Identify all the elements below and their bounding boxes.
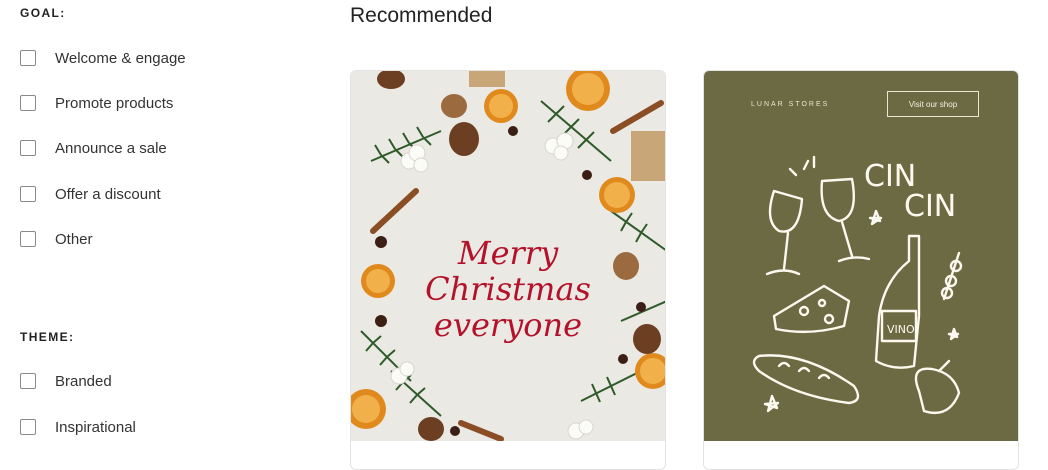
greeting-line: everyone	[433, 306, 583, 344]
goal-option-label: Welcome & engage	[55, 49, 186, 67]
christmas-greeting: Merry Christmas everyone	[351, 235, 665, 343]
theme-option-branded[interactable]: Branded	[20, 370, 112, 392]
recommended-heading: Recommended	[350, 4, 493, 27]
checkbox[interactable]	[20, 95, 36, 111]
checkbox[interactable]	[20, 419, 36, 435]
greeting-line: Christmas	[425, 270, 591, 308]
checkbox[interactable]	[20, 186, 36, 202]
filter-sidebar: GOAL: Welcome & engage Promote products …	[0, 0, 320, 462]
theme-option-inspirational[interactable]: Inspirational	[20, 416, 136, 438]
template-card-cin-cin[interactable]: LUNAR STORES Visit our shop CIN CIN VINO	[703, 70, 1019, 470]
goal-option-label: Announce a sale	[55, 139, 167, 157]
goal-option-label: Offer a discount	[55, 185, 161, 203]
goal-option-label: Promote products	[55, 94, 174, 112]
goal-option-announce-sale[interactable]: Announce a sale	[20, 137, 167, 159]
goal-option-other[interactable]: Other	[20, 228, 93, 250]
greeting-line: Merry	[457, 234, 559, 272]
goal-section-title: GOAL:	[20, 6, 66, 20]
goal-option-welcome-engage[interactable]: Welcome & engage	[20, 47, 186, 69]
template-card-christmas[interactable]: Merry Christmas everyone	[350, 70, 666, 470]
theme-option-label: Branded	[55, 372, 112, 390]
checkbox[interactable]	[20, 140, 36, 156]
theme-option-label: Inspirational	[55, 418, 136, 436]
checkbox[interactable]	[20, 231, 36, 247]
christmas-template-preview: Merry Christmas everyone	[351, 71, 665, 441]
goal-option-offer-discount[interactable]: Offer a discount	[20, 183, 161, 205]
goal-option-promote-products[interactable]: Promote products	[20, 92, 173, 114]
wine-cheese-doodle-illustration: CIN CIN VINO	[752, 155, 963, 415]
goal-option-label: Other	[55, 230, 93, 248]
theme-section-title: THEME:	[20, 330, 75, 344]
checkbox[interactable]	[20, 50, 36, 66]
checkbox[interactable]	[20, 373, 36, 389]
vino-label: VINO	[887, 323, 915, 336]
cin-lettering: CIN	[904, 189, 956, 224]
cin-cin-template-preview: LUNAR STORES Visit our shop CIN CIN VINO	[704, 71, 1018, 441]
